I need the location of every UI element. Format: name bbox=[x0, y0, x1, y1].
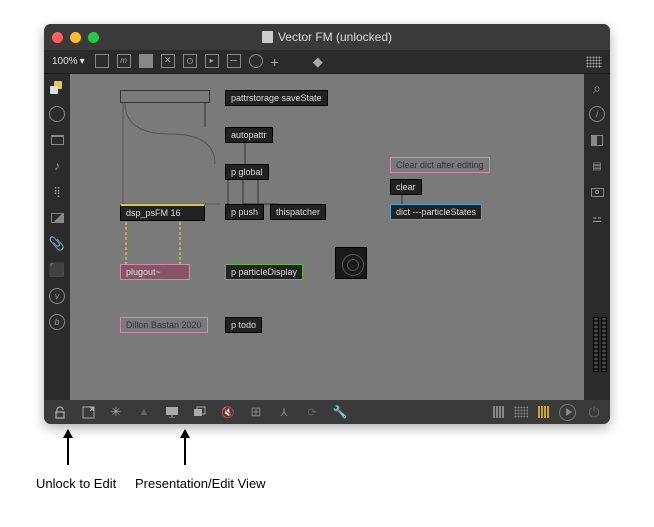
power-icon[interactable]: ⏻ bbox=[586, 404, 602, 420]
patch-cords bbox=[70, 74, 584, 400]
dial-icon[interactable] bbox=[249, 54, 263, 68]
minimize-button[interactable] bbox=[70, 32, 81, 43]
bars-icon-2[interactable] bbox=[514, 406, 528, 418]
mute-icon[interactable]: 🔇 bbox=[220, 404, 236, 420]
add-icon[interactable]: + bbox=[271, 54, 279, 70]
object-thispatcher[interactable]: thispatcher bbox=[270, 204, 326, 220]
object-plugout[interactable]: plugout~ bbox=[120, 264, 190, 280]
grid-icon[interactable]: ⊞ bbox=[248, 404, 264, 420]
search-icon[interactable]: ⌕ bbox=[589, 80, 605, 96]
left-sidebar: ♪ ⢿ 📎 ⬛ v b bbox=[44, 74, 70, 400]
info-icon[interactable]: i bbox=[589, 106, 605, 122]
object-box-empty[interactable] bbox=[120, 90, 210, 103]
scope-display[interactable] bbox=[335, 247, 367, 279]
camera-icon[interactable] bbox=[589, 184, 605, 200]
wrench-icon[interactable]: 🔧 bbox=[332, 404, 348, 420]
file-icon bbox=[262, 31, 273, 43]
presentation-icon[interactable] bbox=[164, 404, 180, 420]
object-p-global[interactable]: p global bbox=[225, 164, 269, 180]
calendar-icon[interactable] bbox=[49, 132, 65, 148]
sliders-icon[interactable]: ⢿ bbox=[49, 184, 65, 200]
comment-credit: Dillon Bastan 2020 bbox=[120, 317, 208, 333]
object-p-particledisplay[interactable]: p particleDisplay bbox=[225, 264, 303, 280]
object-p-push[interactable]: p push bbox=[225, 204, 264, 220]
layers-icon[interactable]: ▤ bbox=[589, 158, 605, 174]
play-button[interactable] bbox=[559, 404, 576, 421]
number-icon[interactable]: ▸ bbox=[205, 54, 219, 68]
object-pattrstorage[interactable]: pattrstorage saveState bbox=[225, 90, 328, 106]
comment-icon[interactable] bbox=[139, 54, 153, 68]
book-icon[interactable] bbox=[589, 132, 605, 148]
warning-icon[interactable]: ▲ bbox=[136, 404, 152, 420]
arrow-unlock bbox=[67, 430, 69, 465]
button-icon[interactable] bbox=[183, 54, 197, 68]
grid-toggle-icon[interactable] bbox=[586, 56, 602, 68]
window-title-container: Vector FM (unlocked) bbox=[262, 30, 392, 44]
object-autopattr[interactable]: autopattr bbox=[225, 127, 273, 143]
b-icon[interactable]: b bbox=[49, 314, 65, 330]
toggle-icon[interactable]: ✕ bbox=[161, 54, 175, 68]
flonum-icon[interactable] bbox=[227, 54, 241, 68]
audio-meters bbox=[593, 317, 607, 372]
object-icon[interactable] bbox=[95, 54, 109, 68]
new-window-icon[interactable] bbox=[80, 404, 96, 420]
lock-icon[interactable] bbox=[52, 404, 68, 420]
note-icon[interactable]: ♪ bbox=[49, 158, 65, 174]
windows-icon[interactable] bbox=[192, 404, 208, 420]
arrow-presentation bbox=[184, 430, 186, 465]
meter-left bbox=[593, 317, 599, 372]
attachment-icon[interactable]: 📎 bbox=[49, 236, 65, 252]
comment-clear-dict: Clear dict after editing bbox=[390, 157, 490, 173]
hierarchy-icon[interactable]: ⅄ bbox=[276, 404, 292, 420]
titlebar: Vector FM (unlocked) bbox=[44, 24, 610, 50]
route-icon[interactable]: ⟳ bbox=[304, 404, 320, 420]
object-p-todo[interactable]: p todo bbox=[225, 317, 262, 333]
close-button[interactable] bbox=[52, 32, 63, 43]
meter-right bbox=[601, 317, 607, 372]
annotation-unlock: Unlock to Edit bbox=[36, 476, 116, 491]
bottom-right: ⏻ bbox=[493, 404, 602, 421]
maximize-button[interactable] bbox=[88, 32, 99, 43]
palette-icon[interactable] bbox=[49, 80, 65, 96]
annotation-presentation: Presentation/Edit View bbox=[135, 476, 266, 491]
patcher-canvas[interactable]: pattrstorage saveState autopattr p globa… bbox=[70, 74, 584, 400]
top-toolbar: 100% ▾ m ✕ ▸ + ◆ bbox=[44, 50, 610, 74]
bars-icon-1[interactable] bbox=[493, 406, 504, 418]
toolbar-right bbox=[586, 56, 602, 68]
paint-icon[interactable]: ◆ bbox=[313, 54, 323, 70]
zoom-level: 100% bbox=[52, 56, 78, 67]
object-dsp[interactable]: dsp_psFM 16 bbox=[120, 204, 205, 221]
window-title: Vector FM (unlocked) bbox=[278, 30, 392, 44]
bottom-toolbar: ✳ ▲ 🔇 ⊞ ⅄ ⟳ 🔧 ⏻ bbox=[44, 400, 610, 424]
app-window: Vector FM (unlocked) 100% ▾ m ✕ ▸ + ◆ bbox=[44, 24, 610, 424]
bars-icon-3[interactable] bbox=[538, 406, 549, 418]
workspace: ♪ ⢿ 📎 ⬛ v b pattrstorage saveStat bbox=[44, 74, 610, 400]
object-clear[interactable]: clear bbox=[390, 179, 422, 195]
zoom-dropdown[interactable]: 100% ▾ bbox=[52, 56, 85, 67]
traffic-lights bbox=[52, 32, 99, 43]
toolbar-icons: m ✕ ▸ + ◆ bbox=[95, 54, 323, 70]
image-icon[interactable] bbox=[49, 210, 65, 226]
message-icon[interactable]: m bbox=[117, 54, 131, 68]
object-dict[interactable]: dict ---particleStates bbox=[390, 204, 482, 220]
mixer-icon[interactable]: ⚍ bbox=[589, 210, 605, 226]
chevron-down-icon: ▾ bbox=[80, 56, 85, 67]
plug-icon[interactable]: ⬛ bbox=[49, 262, 65, 278]
snowflake-icon[interactable]: ✳ bbox=[108, 404, 124, 420]
record-icon[interactable] bbox=[49, 106, 65, 122]
v-icon[interactable]: v bbox=[49, 288, 65, 304]
